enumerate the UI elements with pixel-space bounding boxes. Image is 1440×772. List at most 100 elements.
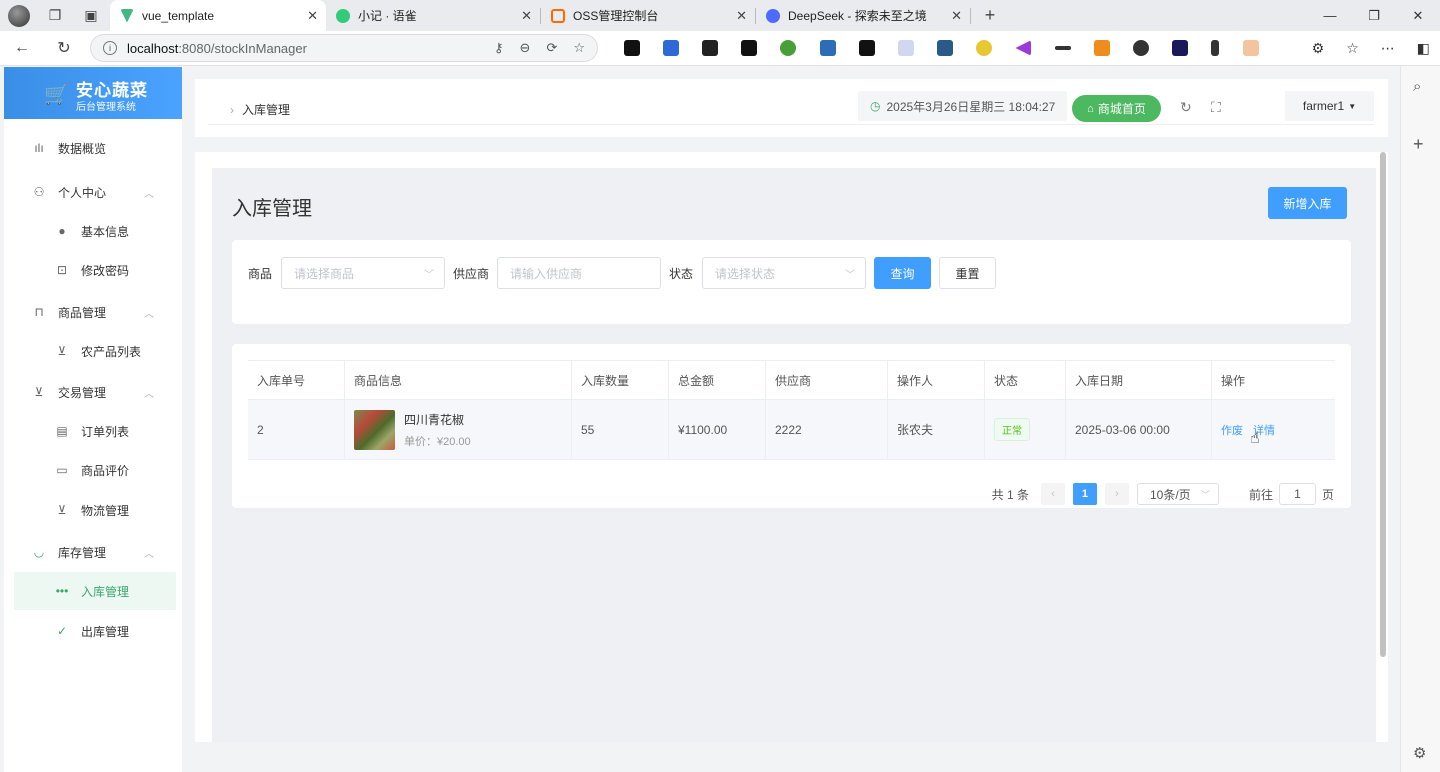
lock-icon: ⊡ [56,263,68,277]
menu-data-overview[interactable]: ılı 数据概览 [4,129,182,167]
menu-change-password[interactable]: ⊡ 修改密码 [4,251,182,289]
favorites-icon[interactable]: ☆ [1346,40,1359,57]
refresh-icon[interactable]: ↻ [50,38,78,58]
tab-oss[interactable]: OSS管理控制台 ✕ [541,0,755,31]
fullscreen-icon[interactable]: ⛶ [1211,99,1221,116]
info-icon[interactable]: i [103,41,117,55]
extension-icon[interactable] [1133,40,1150,56]
extensions-icon[interactable]: ⚙ [1312,40,1325,57]
settings-icon[interactable]: ⚙ [1413,744,1426,762]
close-icon[interactable]: ✕ [307,8,318,24]
page-size-select[interactable]: 10条/页 ﹀ [1136,483,1219,505]
cell-supplier: 2222 [766,400,888,459]
column-header: 商品信息 [345,361,572,399]
close-icon[interactable]: ✕ [736,8,747,24]
tab-actions-icon[interactable]: ▣ [80,5,102,27]
reset-button[interactable]: 重置 [939,257,996,289]
query-button[interactable]: 查询 [874,257,931,289]
status-label: 状态 [669,267,694,281]
clock-icon: ◷ [870,99,881,113]
refresh-icon[interactable]: ↻ [1180,99,1192,116]
translate-icon[interactable]: ⟳ [546,40,557,56]
extension-icon[interactable] [1242,40,1259,56]
column-header: 供应商 [766,361,888,399]
menu-logistics[interactable]: ⊻ 物流管理 [4,491,182,529]
product-image[interactable] [354,409,395,450]
url-field[interactable]: i localhost:8080/stockInManager ⚷ ⊖ ⟳ ☆ [90,34,598,62]
menu-stock-in[interactable]: ••• 入库管理 [14,572,176,610]
minimize-icon[interactable]: — [1308,0,1352,31]
menu-inventory-management[interactable]: ◡ 库存管理 ︿ [4,533,182,571]
add-stock-in-button[interactable]: 新增入库 [1268,187,1347,219]
check-icon: ✓ [56,624,68,638]
extension-icon[interactable] [1093,40,1110,56]
status-select[interactable]: 请选择状态 ﹀ [702,257,866,289]
url-actions: ⚷ ⊖ ⟳ ☆ [494,40,585,56]
extension-icon[interactable] [780,40,797,56]
menu-basic-info[interactable]: ● 基本信息 [4,212,182,250]
cell-product: 四川青花椒 单价：¥20.00 [345,400,572,459]
extension-icon[interactable] [1211,40,1220,56]
extension-icon[interactable] [897,40,914,56]
extension-icon[interactable] [741,40,758,56]
restore-icon[interactable]: ❐ [1352,0,1396,31]
extension-icon[interactable] [623,40,640,56]
page-number[interactable]: 1 [1072,483,1097,505]
close-icon[interactable]: ✕ [951,8,962,24]
menu-trade-management[interactable]: ⊻ 交易管理 ︿ [4,373,182,411]
key-icon[interactable]: ⚷ [494,40,504,56]
supplier-input[interactable]: 请输入供应商 [497,257,661,289]
bar-chart-icon: ılı [34,141,44,155]
tab-title: OSS管理控制台 [573,9,659,23]
next-page-icon[interactable]: › [1104,483,1129,505]
extension-icon[interactable] [937,40,954,56]
extension-icon[interactable] [858,40,875,56]
product-select[interactable]: 请选择商品 ﹀ [281,257,445,289]
close-window-icon[interactable]: ✕ [1396,0,1440,31]
menu-label: 修改密码 [81,263,130,278]
sidebar-toggle-icon[interactable]: ◧ [1417,40,1430,57]
shop-home-button[interactable]: ⌂ 商城首页 [1072,95,1161,122]
menu-farm-product-list[interactable]: ⊻ 农产品列表 [4,332,182,370]
menu-label: 数据概览 [58,141,107,156]
extension-icon[interactable] [701,40,718,56]
favorite-star-icon[interactable]: ☆ [573,40,585,56]
void-link[interactable]: 作废 [1221,422,1243,438]
menu-stock-out[interactable]: ✓ 出库管理 [4,612,182,650]
extension-icon[interactable] [1172,40,1189,56]
tab-vue-template[interactable]: vue_template ✕ [110,0,326,31]
tab-title: 小记 · 语雀 [358,9,417,23]
tab-title: vue_template [142,8,215,23]
breadcrumb-item[interactable]: 入库管理 [242,103,290,117]
extension-icon[interactable] [662,40,679,56]
extension-icon[interactable] [1015,40,1032,56]
menu-product-management[interactable]: ⊓ 商品管理 ︿ [4,293,182,331]
goto-page-input[interactable]: 1 [1278,483,1316,505]
main-scrollbar[interactable] [1380,152,1386,657]
table-row[interactable]: 2 四川青花椒 单价：¥20.00 55 ¥1100.00 2222 张农夫 正… [248,400,1335,460]
goto-label: 前往 [1248,487,1273,502]
profile-avatar[interactable] [8,4,30,27]
tab-yuque[interactable]: 小记 · 语雀 ✕ [326,0,540,31]
menu-order-list[interactable]: ▤ 订单列表 [4,412,182,450]
close-icon[interactable]: ✕ [521,8,532,24]
new-tab-icon[interactable]: + [979,5,1001,27]
menu-product-review[interactable]: ▭ 商品评价 [4,451,182,489]
zoom-icon[interactable]: ⊖ [520,40,531,56]
user-dropdown[interactable]: farmer1 ▼ [1285,91,1374,121]
browser-address-bar: ← ↻ i localhost:8080/stockInManager ⚷ ⊖ … [0,31,1440,66]
search-icon[interactable]: ⌕ [1413,78,1421,95]
app-logo[interactable]: 🛒 安心蔬菜 后台管理系统 [4,67,182,119]
prev-page-icon[interactable]: ‹ [1040,483,1065,505]
page-title: 入库管理 [232,198,312,220]
more-menu-icon[interactable]: ⋯ [1381,40,1395,57]
extension-icon[interactable] [976,40,993,56]
logo-subtitle: 后台管理系统 [76,102,136,113]
tab-deepseek[interactable]: DeepSeek - 探索未至之境 ✕ [756,0,970,31]
back-icon[interactable]: ← [8,39,36,57]
menu-personal-center[interactable]: ⚇ 个人中心 ︿ [4,173,182,211]
collections-icon[interactable]: ❐ [44,5,66,27]
extension-icon[interactable] [819,40,836,56]
extension-icon[interactable] [1054,46,1071,50]
add-icon[interactable]: + [1413,134,1424,155]
